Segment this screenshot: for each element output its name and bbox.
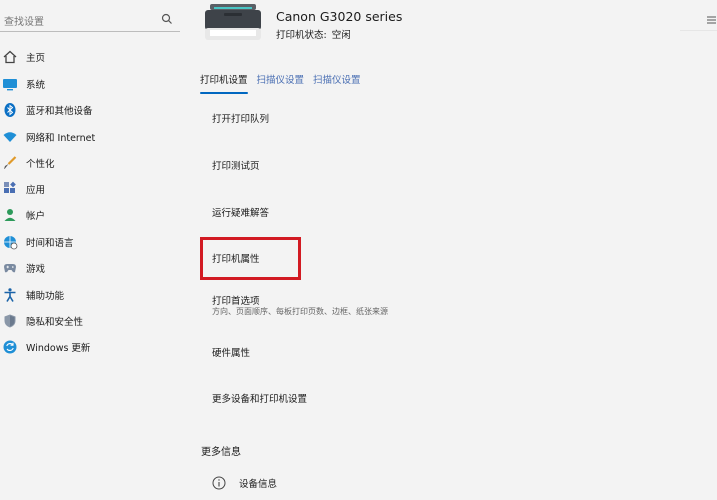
monitor-icon	[3, 79, 17, 91]
home-icon	[3, 50, 17, 64]
sidebar-item-system[interactable]: 系统	[0, 73, 185, 95]
person-icon	[4, 209, 16, 221]
wifi-icon	[3, 132, 17, 142]
apps-icon	[4, 181, 16, 193]
shield-icon	[4, 314, 16, 328]
sidebar-item-gaming[interactable]: 游戏	[0, 257, 185, 279]
tab-bar: 打印机设置 扫描仪设置 扫描仪设置	[200, 72, 361, 94]
sidebar-item-privacy[interactable]: 隐私和安全性	[0, 310, 185, 332]
tab-scanner-settings[interactable]: 扫描仪设置	[257, 72, 305, 94]
search-input[interactable]: 查找设置	[4, 13, 44, 28]
brush-icon	[4, 156, 17, 169]
printer-status: 打印机状态: 空闲	[276, 27, 351, 41]
sidebar-item-accounts[interactable]: 帐户	[0, 204, 185, 226]
sidebar-item-label: 隐私和安全性	[26, 317, 84, 328]
search-icon[interactable]	[160, 12, 174, 26]
printer-icon	[205, 4, 261, 40]
hardware-properties-link[interactable]: 硬件属性	[212, 345, 250, 359]
sidebar: 查找设置 主页 系统 蓝牙和其他设备 网络和 Internet 个性化 应用 帐…	[0, 0, 185, 500]
header-divider	[680, 30, 717, 31]
tab-scanner-settings-2[interactable]: 扫描仪设置	[313, 72, 361, 94]
sidebar-item-accessibility[interactable]: 辅助功能	[0, 284, 185, 306]
sidebar-item-label: 辅助功能	[26, 291, 65, 302]
printing-preferences-link[interactable]: 打印首选项	[212, 293, 260, 307]
print-test-page-link[interactable]: 打印测试页	[212, 158, 260, 172]
sidebar-item-label: 帐户	[26, 211, 46, 222]
sidebar-item-apps[interactable]: 应用	[0, 178, 185, 200]
sidebar-item-home[interactable]: 主页	[0, 46, 185, 68]
sidebar-item-personalization[interactable]: 个性化	[0, 152, 185, 174]
status-label: 打印机状态:	[276, 30, 327, 41]
info-icon	[212, 476, 226, 490]
search-box[interactable]: 查找设置	[0, 8, 180, 32]
sidebar-item-label: 个性化	[26, 159, 55, 170]
accessibility-icon	[4, 288, 16, 302]
highlight-box	[200, 237, 301, 280]
sidebar-item-label: 蓝牙和其他设备	[26, 106, 93, 117]
gamepad-icon	[4, 264, 16, 273]
sidebar-item-label: Windows 更新	[26, 343, 91, 354]
tab-printer-settings[interactable]: 打印机设置	[200, 72, 248, 94]
sidebar-item-bluetooth[interactable]: 蓝牙和其他设备	[0, 99, 185, 121]
sidebar-item-windows-update[interactable]: Windows 更新	[0, 336, 185, 358]
sidebar-item-label: 游戏	[26, 264, 46, 275]
status-value: 空闲	[331, 30, 351, 41]
device-info-label: 设备信息	[239, 479, 278, 490]
more-info-heading: 更多信息	[201, 447, 241, 458]
printer-name: Canon G3020 series	[276, 9, 403, 24]
more-devices-printers-link[interactable]: 更多设备和打印机设置	[212, 391, 307, 405]
sidebar-item-label: 系统	[26, 80, 46, 91]
device-info-link[interactable]: 设备信息	[212, 476, 277, 490]
printing-preferences-description: 方向、页面顺序、每板打印页数、边框、纸张来源	[212, 307, 388, 316]
globe-clock-icon	[4, 236, 18, 250]
sidebar-item-label: 时间和语言	[26, 238, 74, 249]
sidebar-item-label: 应用	[26, 185, 46, 196]
sidebar-item-label: 主页	[26, 53, 46, 64]
open-print-queue-link[interactable]: 打开打印队列	[212, 111, 269, 125]
update-icon	[3, 340, 17, 354]
document-icon	[707, 16, 716, 24]
bluetooth-icon	[4, 103, 16, 117]
sidebar-item-time-language[interactable]: 时间和语言	[0, 231, 185, 253]
sidebar-item-label: 网络和 Internet	[26, 133, 96, 144]
run-troubleshooter-link[interactable]: 运行疑难解答	[212, 205, 269, 219]
sidebar-item-network[interactable]: 网络和 Internet	[0, 126, 185, 148]
